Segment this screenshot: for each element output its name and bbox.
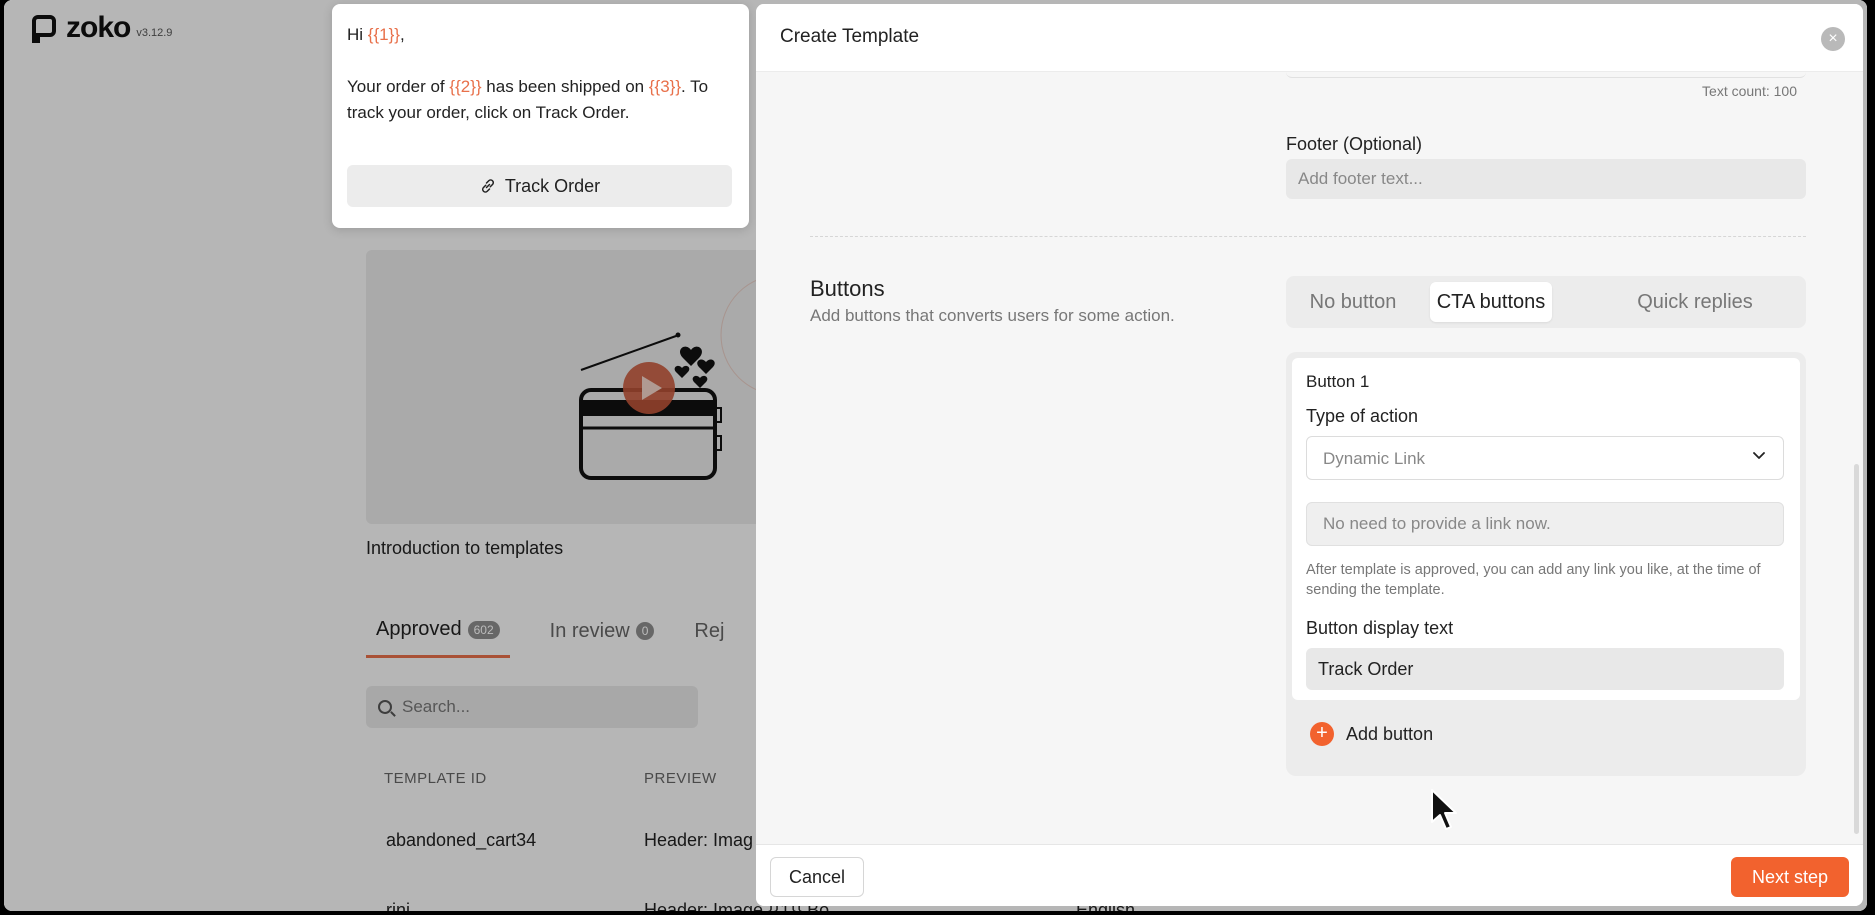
mouse-cursor-icon xyxy=(1431,789,1457,830)
variable-2: {{2}} xyxy=(449,77,482,96)
variable-3: {{3}} xyxy=(648,77,682,96)
add-button-label: Add button xyxy=(1346,723,1434,744)
next-step-button[interactable]: Next step xyxy=(1731,857,1849,897)
link-help-text: After template is approved, you can add … xyxy=(1306,562,1761,598)
buttons-section-title: Buttons xyxy=(810,276,885,301)
type-of-action-select[interactable]: Dynamic Link xyxy=(1306,436,1784,480)
button-1-title: Button 1 xyxy=(1306,372,1370,391)
link-icon xyxy=(481,179,494,193)
tab-quick-replies[interactable]: Quick replies xyxy=(1590,282,1800,322)
preview-button-label: Track Order xyxy=(504,176,601,196)
button-display-text-input[interactable] xyxy=(1306,648,1784,690)
body-text-field-edge xyxy=(1286,68,1806,78)
cta-buttons-panel: Button 1 Type of action Dynamic Link Aft… xyxy=(1286,352,1806,776)
create-template-modal: Create Template × Text count: 100 Footer… xyxy=(756,4,1863,906)
modal-footer: Cancel Next step xyxy=(756,844,1863,906)
app-window: zoko v3.12.9 Introduction to templates A… xyxy=(4,0,1867,911)
buttons-section-subtitle: Add buttons that converts users for some… xyxy=(810,306,1175,325)
text-count: Text count: 100 xyxy=(1702,83,1797,99)
tab-no-button[interactable]: No button xyxy=(1294,282,1412,322)
section-divider xyxy=(810,236,1806,237)
button-display-text-label: Button display text xyxy=(1306,618,1454,638)
modal-scrollbar[interactable] xyxy=(1854,464,1859,834)
template-preview: Hi {{1}}, Your order of {{2}} has been s… xyxy=(332,4,749,228)
type-of-action-label: Type of action xyxy=(1306,406,1419,426)
preview-greeting: Hi {{1}}, xyxy=(347,25,405,44)
footer-label: Footer (Optional) xyxy=(1286,134,1423,154)
add-button[interactable]: + Add button xyxy=(1310,722,1433,746)
selected-action: Dynamic Link xyxy=(1323,449,1426,468)
cancel-button[interactable]: Cancel xyxy=(770,857,864,897)
modal-title: Create Template xyxy=(780,26,920,47)
preview-body: Your order of {{2}} has been shipped on … xyxy=(347,77,709,122)
button-type-selector: No button CTA buttons Quick replies xyxy=(1286,276,1806,328)
button-1-card: Button 1 Type of action Dynamic Link Aft… xyxy=(1292,358,1800,700)
modal-header: Create Template × xyxy=(756,4,1863,72)
tab-cta-buttons[interactable]: CTA buttons xyxy=(1430,282,1552,322)
variable-1: {{1}} xyxy=(367,25,400,44)
footer-input[interactable] xyxy=(1286,159,1806,199)
preview-track-order-button: Track Order xyxy=(347,165,732,207)
chevron-down-icon xyxy=(1753,452,1765,459)
close-icon[interactable]: × xyxy=(1821,27,1845,51)
link-input[interactable] xyxy=(1306,502,1784,546)
plus-icon: + xyxy=(1310,722,1334,746)
